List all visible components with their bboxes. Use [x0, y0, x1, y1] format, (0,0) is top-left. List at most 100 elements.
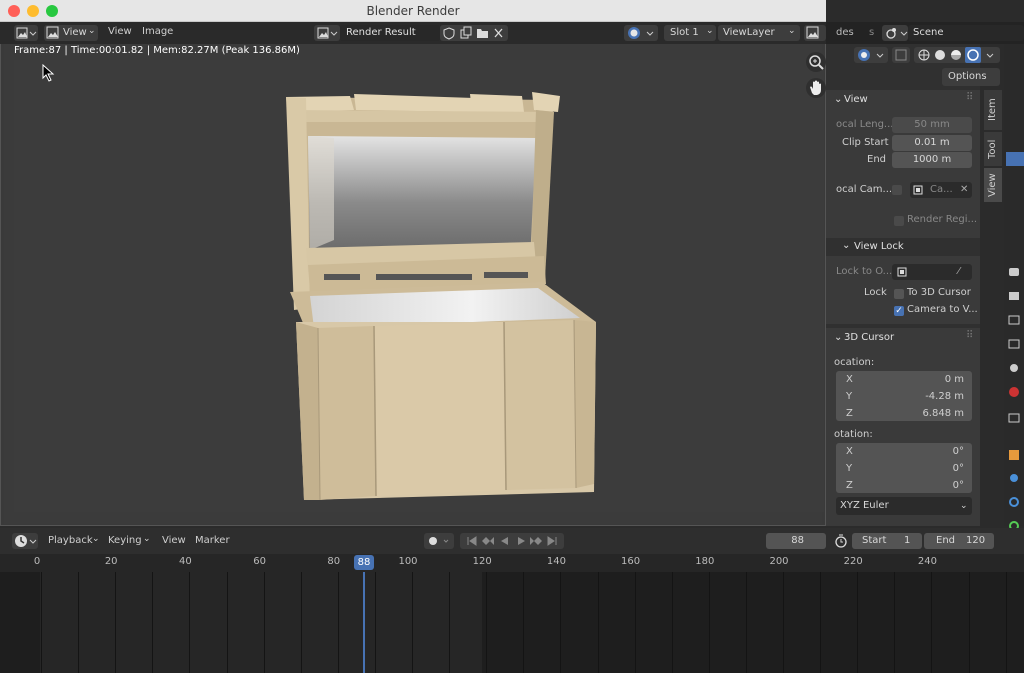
start-frame-field[interactable]: Start 1: [852, 533, 922, 549]
to-3d-cursor-checkbox[interactable]: [894, 289, 904, 299]
hand-icon: [810, 80, 821, 95]
minimize-window-button[interactable]: [27, 5, 39, 17]
location-z-field[interactable]: 6.848 m: [886, 408, 964, 419]
view-layer-dropdown[interactable]: ViewLayer ⌄: [718, 25, 800, 41]
local-camera-label: ocal Cam...: [836, 184, 893, 195]
tab-tool[interactable]: Tool: [984, 132, 1002, 166]
lock-to-object-field[interactable]: ⁄: [892, 264, 972, 280]
close-window-button[interactable]: [8, 5, 20, 17]
timeline-gridline: [300, 572, 302, 673]
shield-icon[interactable]: [443, 27, 455, 40]
cursor-section-title[interactable]: 3D Cursor: [844, 332, 894, 343]
output-properties-icon[interactable]: [1008, 315, 1020, 325]
auto-keying-button[interactable]: [424, 533, 454, 549]
menu-view[interactable]: View: [108, 26, 132, 37]
world-properties-icon[interactable]: [1009, 387, 1019, 397]
current-frame-field[interactable]: 88: [766, 533, 826, 549]
gizmo-icon: [858, 49, 884, 61]
scene-browse-button[interactable]: [882, 25, 908, 41]
zoom-window-button[interactable]: [46, 5, 58, 17]
image-menu-button[interactable]: [804, 25, 826, 41]
end-frame-field[interactable]: End 120: [924, 533, 994, 549]
drag-handle-icon[interactable]: ⠿: [966, 330, 973, 341]
play-icon[interactable]: [518, 537, 525, 545]
render-properties-icon[interactable]: [1009, 292, 1019, 300]
menu-view[interactable]: View: [162, 535, 186, 546]
chevron-down-icon: ⌄: [788, 26, 796, 36]
jump-end-icon[interactable]: [547, 536, 557, 546]
prev-keyframe-icon[interactable]: [482, 537, 494, 545]
tab-view[interactable]: View: [984, 168, 1002, 202]
rotation-z-field[interactable]: 0°: [886, 480, 964, 491]
solid-shading-icon[interactable]: [935, 50, 945, 60]
timeline-area[interactable]: [0, 572, 1024, 673]
timeline-gridline: [968, 572, 970, 673]
local-camera-field[interactable]: Ca... ✕: [910, 182, 972, 198]
view-mode-dropdown[interactable]: View ⌄: [44, 25, 98, 41]
view-layer-icon[interactable]: [1008, 339, 1020, 349]
stopwatch-icon[interactable]: [834, 534, 848, 548]
clip-end-label: End: [867, 154, 887, 165]
rendered-shading-icon[interactable]: [965, 47, 981, 63]
object-properties-icon[interactable]: [1009, 450, 1019, 460]
menu-marker[interactable]: Marker: [195, 535, 230, 546]
folder-icon[interactable]: [477, 29, 488, 38]
zoom-view-button[interactable]: [806, 52, 826, 72]
view-section-toggle[interactable]: ⌄: [834, 94, 842, 105]
record-icon: [429, 537, 449, 545]
collection-properties-icon[interactable]: [1008, 413, 1020, 423]
image-name-field[interactable]: Render Result: [340, 25, 440, 41]
next-keyframe-icon[interactable]: [530, 537, 542, 545]
cursor-section-toggle[interactable]: ⌄: [834, 332, 842, 343]
eyedropper-icon[interactable]: ⁄: [958, 264, 960, 280]
material-shading-icon[interactable]: [951, 50, 961, 60]
play-reverse-icon[interactable]: [501, 537, 508, 545]
timeline-gridline: [745, 572, 747, 673]
duplicate-icon[interactable]: [460, 26, 472, 39]
timeline-gridline: [894, 572, 896, 673]
scene-name-field[interactable]: Scene: [908, 25, 1024, 41]
clear-icon[interactable]: ✕: [960, 182, 968, 198]
wireframe-shading-icon[interactable]: [918, 49, 930, 61]
menu-keying[interactable]: Keying: [108, 535, 142, 546]
close-icon[interactable]: [494, 28, 503, 38]
gizmo-toggle[interactable]: [854, 47, 888, 63]
render-region-checkbox[interactable]: [894, 216, 904, 226]
view-lock-toggle[interactable]: ⌄: [842, 240, 850, 251]
editor-type-button[interactable]: [14, 25, 38, 41]
playhead-line[interactable]: [363, 572, 365, 673]
clip-start-field[interactable]: 0.01 m: [892, 135, 972, 151]
menu-image[interactable]: Image: [142, 26, 173, 37]
modifier-properties-icon[interactable]: [1010, 474, 1018, 482]
object-icon: [897, 267, 907, 277]
browse-image-button[interactable]: [314, 25, 340, 41]
scene-properties-icon[interactable]: [1010, 364, 1018, 372]
timeline-ruler[interactable]: [0, 554, 1024, 572]
camera-to-view-checkbox[interactable]: ✓: [894, 306, 904, 316]
rotation-x-field[interactable]: 0°: [886, 446, 964, 457]
slot-dropdown[interactable]: Slot 1 ⌄: [664, 25, 716, 41]
tool-settings-icon[interactable]: [1009, 268, 1019, 276]
display-channels-button[interactable]: [624, 25, 658, 41]
tab-item[interactable]: Item: [984, 90, 1002, 130]
playhead-frame-badge[interactable]: 88: [354, 555, 374, 570]
drag-handle-icon[interactable]: ⠿: [966, 92, 973, 103]
view-section-title[interactable]: View: [844, 94, 868, 105]
local-camera-checkbox[interactable]: [892, 185, 902, 195]
location-y-field[interactable]: -4.28 m: [886, 391, 964, 402]
clip-end-field[interactable]: 1000 m: [892, 152, 972, 168]
pan-view-button[interactable]: [806, 78, 826, 98]
location-x-field[interactable]: 0 m: [886, 374, 964, 385]
rotation-mode-dropdown[interactable]: XYZ Euler ⌄: [836, 497, 972, 515]
xray-toggle[interactable]: [892, 47, 910, 63]
timeline-editor-type[interactable]: [12, 533, 38, 549]
physics-properties-icon[interactable]: [1009, 497, 1019, 507]
focal-length-field[interactable]: 50 mm: [892, 117, 972, 133]
view-lock-title[interactable]: View Lock: [854, 241, 904, 252]
menu-playback[interactable]: Playback: [48, 535, 93, 546]
jump-start-icon[interactable]: [467, 536, 477, 546]
options-dropdown[interactable]: Options ⌄: [942, 68, 1000, 100]
rotation-y-field[interactable]: 0°: [886, 463, 964, 474]
timeline-gridline: [449, 572, 451, 673]
chevron-down-icon[interactable]: [986, 53, 994, 58]
